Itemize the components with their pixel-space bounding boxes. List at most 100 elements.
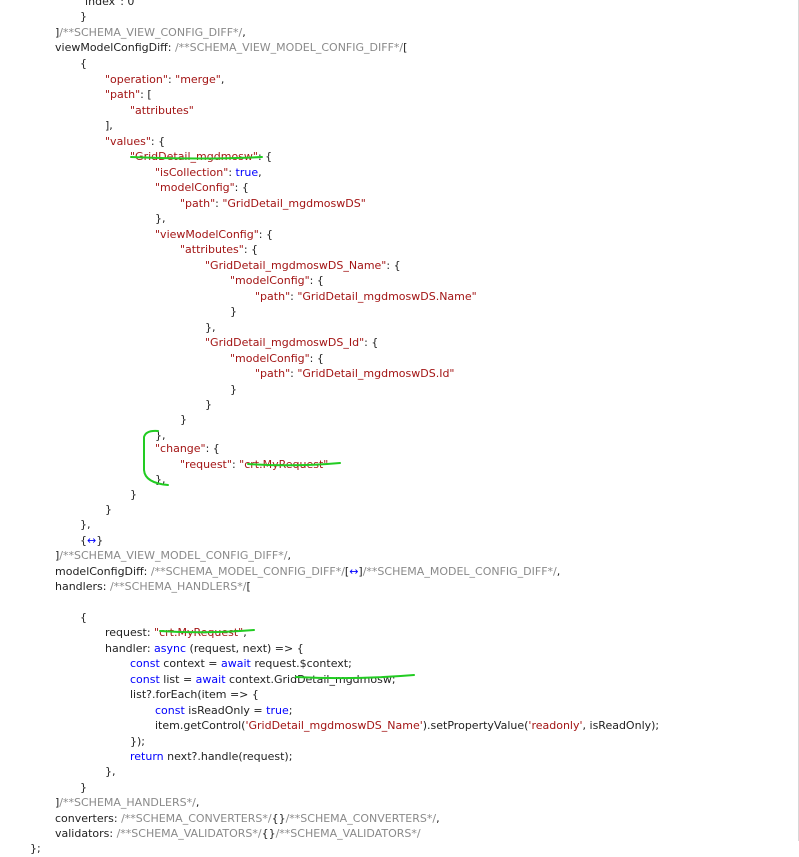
code-token: { — [80, 57, 87, 70]
code-token: : — [228, 166, 236, 179]
code-token: : { — [243, 243, 259, 256]
code-line: } — [130, 487, 137, 503]
code-token: : { — [386, 259, 401, 272]
code-token: (request, next) => { — [186, 642, 304, 655]
code-token: /**SCHEMA_VALIDATORS*/ — [275, 827, 421, 840]
code-token: {} — [271, 812, 286, 825]
code-line: }, — [80, 517, 91, 533]
code-token: : { — [205, 442, 220, 455]
code-line: }, — [155, 211, 166, 227]
code-token: validators: — [55, 827, 117, 840]
code-line: "path": "GridDetail_mgdmoswDS" — [180, 196, 366, 212]
code-line: "path": "GridDetail_mgdmoswDS.Id" — [255, 366, 454, 382]
code-token: true — [235, 166, 259, 179]
code-token: , — [220, 73, 225, 86]
code-line: } — [230, 382, 237, 398]
code-token: "attributes" — [180, 243, 244, 256]
code-line: const isReadOnly = true; — [155, 703, 292, 719]
code-token: } — [205, 398, 212, 411]
code-line: } — [205, 397, 212, 413]
code-token: "path" — [255, 290, 291, 303]
code-line: const context = await request.$context; — [130, 656, 352, 672]
code-token: next?.handle(request); — [163, 750, 293, 763]
code-line: { — [80, 610, 87, 626]
code-token: } — [96, 534, 104, 547]
code-token: } — [230, 383, 237, 396]
code-token: context = — [159, 657, 221, 670]
code-token: "request" — [180, 458, 232, 471]
code-line: "operation": "merge", — [105, 72, 224, 88]
code-token: /**SCHEMA_MODEL_CONFIG_DIFF*/ — [362, 565, 557, 578]
code-token: , — [195, 796, 200, 809]
code-token: : { — [234, 181, 249, 194]
code-line: request: "crt.MyRequest", — [105, 625, 247, 641]
code-token: 'readonly' — [528, 719, 583, 732]
code-token: , — [287, 549, 291, 562]
code-line: "GridDetail_mgdmoswDS_Name": { — [205, 258, 401, 274]
code-token: context.GridDetail_mgdmosw; — [225, 673, 396, 686]
code-token: "GridDetail_mgdmoswDS" — [222, 197, 366, 210]
code-token: ], — [105, 119, 113, 132]
code-token: "path" — [105, 88, 141, 101]
code-token: [ — [246, 580, 251, 593]
code-line: { — [80, 56, 87, 72]
code-editor[interactable]: "index": 0}]/**SCHEMA_VIEW_CONFIG_DIFF*/… — [0, 0, 799, 855]
code-token: handlers: — [55, 580, 110, 593]
code-line: converters: /**SCHEMA_CONVERTERS*/{}/**S… — [55, 811, 440, 827]
code-token: 'GridDetail_mgdmoswDS_Name' — [245, 719, 423, 732]
code-token: "GridDetail_mgdmosw" — [130, 150, 258, 163]
code-line: "request": "crt.MyRequest" — [180, 457, 328, 473]
code-token: async — [154, 642, 187, 655]
code-line: "attributes": { — [180, 242, 258, 258]
code-line: }, — [105, 764, 116, 780]
code-token: "isCollection" — [155, 166, 229, 179]
code-line: handlers: /**SCHEMA_HANDLERS*/[ — [55, 579, 251, 595]
code-line: "GridDetail_mgdmoswDS_Id": { — [205, 335, 378, 351]
code-line: } — [180, 412, 187, 428]
code-token: request.$context; — [250, 657, 352, 670]
code-token: }, — [155, 473, 166, 486]
code-token: , — [436, 812, 440, 825]
code-token: }, — [205, 321, 216, 334]
code-line: }); — [130, 734, 145, 750]
code-token: { — [80, 611, 87, 624]
code-token: : { — [309, 352, 324, 365]
code-line: "modelConfig": { — [230, 273, 324, 289]
code-token: {} — [261, 827, 276, 840]
code-line: "values": { — [105, 134, 165, 150]
code-line: }, — [155, 472, 166, 488]
code-token: handler: — [105, 642, 155, 655]
code-line: "path": [ — [105, 87, 152, 103]
code-line: }, — [205, 320, 216, 336]
code-token: , — [556, 565, 561, 578]
code-line: ]/**SCHEMA_VIEW_MODEL_CONFIG_DIFF*/, — [55, 548, 291, 564]
code-token: "change" — [155, 442, 206, 455]
code-line: list?.forEach(item => { — [130, 687, 259, 703]
code-line: } — [105, 502, 112, 518]
code-token: : { — [257, 150, 273, 163]
code-token: /**SCHEMA_CONVERTERS*/ — [121, 812, 272, 825]
code-line: "attributes" — [130, 103, 194, 119]
code-token: }, — [155, 212, 166, 225]
code-line: "path": "GridDetail_mgdmoswDS.Name" — [255, 289, 477, 305]
code-token: viewModelConfigDiff: — [55, 41, 175, 54]
code-token[interactable]: ↔ — [87, 534, 96, 547]
code-token: return — [130, 750, 164, 763]
code-token: "merge" — [175, 73, 221, 86]
code-token: "crt.MyRequest" — [239, 458, 329, 471]
code-token: /**SCHEMA_VIEW_CONFIG_DIFF*/ — [59, 26, 243, 39]
code-line: ]/**SCHEMA_HANDLERS*/, — [55, 795, 199, 811]
code-token: /**SCHEMA_CONVERTERS*/ — [285, 812, 437, 825]
code-token: list?.forEach(item => { — [130, 688, 259, 701]
code-token: /**SCHEMA_VALIDATORS*/ — [116, 827, 262, 840]
code-token: : [ — [140, 88, 152, 101]
code-token: "operation" — [105, 73, 168, 86]
code-token: request: — [105, 626, 155, 639]
code-line: "modelConfig": { — [230, 351, 324, 367]
code-line: viewModelConfigDiff: /**SCHEMA_VIEW_MODE… — [55, 40, 407, 56]
code-line: const list = await context.GridDetail_mg… — [130, 672, 396, 688]
code-line: } — [80, 780, 87, 796]
code-token: const — [130, 673, 160, 686]
code-token: ).setPropertyValue( — [422, 719, 529, 732]
code-token: , — [242, 26, 246, 39]
